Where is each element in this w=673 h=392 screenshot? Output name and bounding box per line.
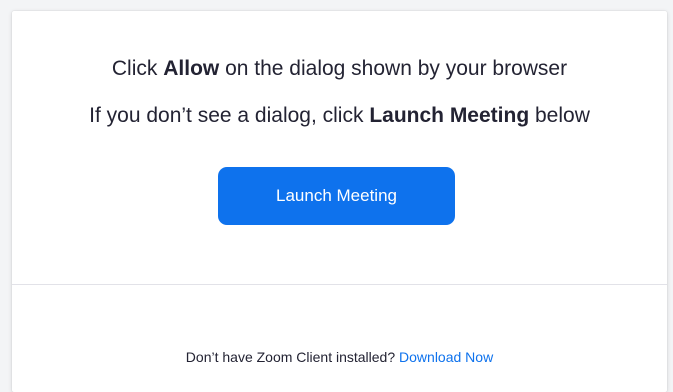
launch-instruction-suffix: below — [529, 104, 590, 127]
download-prompt-text: Don’t have Zoom Client installed? — [185, 349, 400, 365]
launch-instruction: If you don’t see a dialog, click Launch … — [12, 102, 667, 130]
launch-card: Click Allow on the dialog shown by your … — [12, 11, 667, 392]
section-divider — [12, 284, 667, 285]
launch-meeting-keyword: Launch Meeting — [369, 104, 530, 127]
allow-instruction: Click Allow on the dialog shown by your … — [12, 55, 667, 83]
download-prompt: Don’t have Zoom Client installed? Downlo… — [12, 348, 667, 366]
allow-keyword: Allow — [163, 57, 220, 80]
page: Click Allow on the dialog shown by your … — [0, 0, 673, 392]
launch-meeting-button[interactable]: Launch Meeting — [218, 167, 455, 225]
launch-instruction-prefix: If you don’t see a dialog, click — [89, 104, 370, 127]
allow-instruction-suffix: on the dialog shown by your browser — [219, 57, 568, 80]
download-now-link[interactable]: Download Now — [399, 349, 493, 365]
allow-instruction-prefix: Click — [111, 57, 164, 80]
